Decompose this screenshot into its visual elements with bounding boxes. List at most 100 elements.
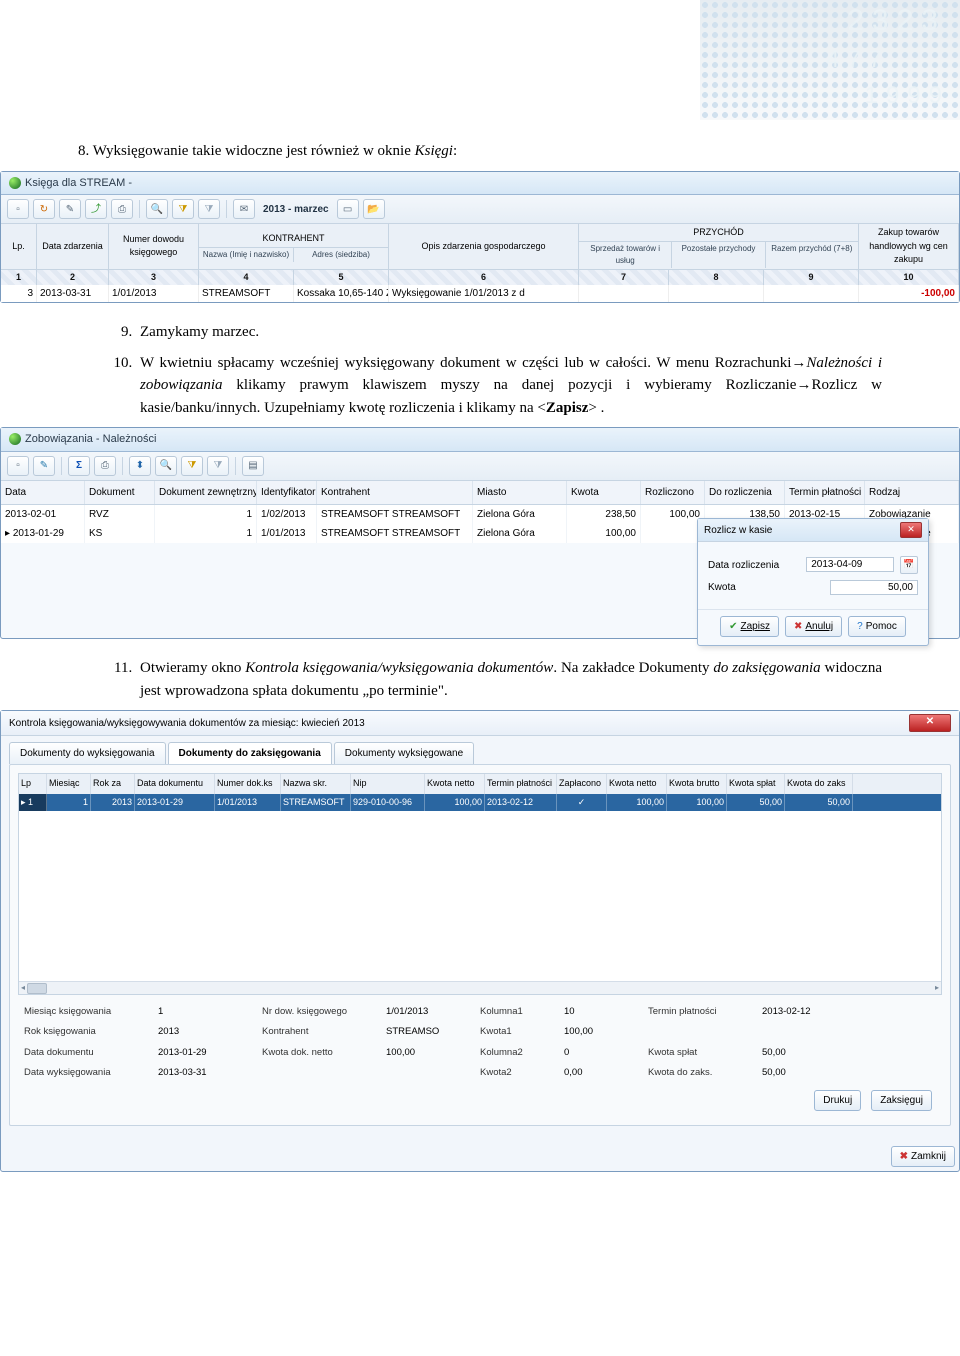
toolbar-icon-refresh[interactable]: ↻ — [33, 199, 55, 219]
toolbar-icon-filter2[interactable]: ⧩ — [207, 456, 229, 476]
toolbar-icon-print[interactable]: ⎙ — [94, 456, 116, 476]
zobow-toolbar: ▫ ✎ Σ ⎙ ⬍ 🔍 ⧩ ⧩ ▤ — [1, 452, 959, 481]
p8-text: 8. Wyksięgowanie takie widoczne jest rów… — [78, 143, 415, 159]
kgcol[interactable]: Miesiąc — [47, 774, 91, 794]
popup-anuluj-button[interactable]: ✖Anuluj — [785, 616, 842, 637]
cnum: 4 — [199, 270, 294, 286]
toolbar-icon-sort[interactable]: ⬍ — [129, 456, 151, 476]
zcell: STREAMSOFT STREAMSOFT — [317, 505, 473, 524]
zaksieguj-button[interactable]: Zaksięguj — [871, 1090, 932, 1111]
tab-do-zaksiegowania[interactable]: Dokumenty do zaksięgowania — [168, 742, 332, 764]
zcol[interactable]: Kontrahent — [317, 481, 473, 504]
close-icon: ✖ — [900, 1149, 908, 1164]
cnum: 8 — [669, 270, 764, 286]
toolbar-icon-print[interactable]: ⎙ — [111, 199, 133, 219]
zcol[interactable]: Miasto — [473, 481, 567, 504]
toolbar-separator — [122, 457, 123, 475]
cell-data: 2013-03-31 — [37, 285, 109, 302]
kgcol[interactable]: Rok za — [91, 774, 135, 794]
p10-text-a: W kwietniu spłacamy wcześniej wyksięgowa… — [140, 355, 791, 371]
toolbar-icon-edit[interactable]: ✎ — [59, 199, 81, 219]
popup-kwota-input[interactable] — [830, 580, 918, 595]
zcol[interactable]: Kwota — [567, 481, 641, 504]
kf-lab: Kolumna2 — [480, 1046, 550, 1060]
kgcol[interactable]: Kwota brutto — [667, 774, 727, 794]
p11-italic-b: Kontrola księgowania/wyksięgowania dokum… — [245, 660, 553, 676]
horizontal-scrollbar[interactable]: ◂ ▸ — [19, 981, 941, 994]
kf-val: 2013-03-31 — [158, 1066, 248, 1080]
kgcol[interactable]: Kwota spłat — [727, 774, 785, 794]
calendar-icon[interactable]: 📅 — [900, 556, 918, 574]
toolbar-icon-doc[interactable]: ▫ — [7, 456, 29, 476]
kf-lab: Kwota dok. netto — [262, 1046, 372, 1060]
kontrola-grid-row[interactable]: ▸ 1 1 2013 2013-01-29 1/01/2013 STREAMSO… — [19, 794, 941, 812]
list-item-11: Otwieramy okno Kontrola księgowania/wyks… — [136, 657, 882, 702]
ksiega-toolbar: ▫ ↻ ✎ ⤴ ⎙ 🔍 ⧩ ⧩ ✉ 2013 - marzec ▭ 📂 — [1, 195, 959, 224]
kf-lab — [262, 1066, 372, 1080]
zcol[interactable]: Rodzaj — [865, 481, 959, 504]
popup-pomoc-button[interactable]: ?Pomoc — [848, 616, 906, 637]
col-razem: Razem przychód (7+8) — [766, 242, 858, 268]
kgcol[interactable]: Nip — [351, 774, 425, 794]
kgcell: 50,00 — [785, 794, 853, 812]
toolbar-icon-zoom[interactable]: 🔍 — [146, 199, 168, 219]
toolbar-icon-sum[interactable]: Σ — [68, 456, 90, 476]
kf-val: 2013-01-29 — [158, 1046, 248, 1060]
toolbar-icon-new[interactable]: ▫ — [7, 199, 29, 219]
tab-do-wyksiegowania[interactable]: Dokumenty do wyksięgowania — [9, 742, 166, 764]
kgcol[interactable]: Kwota netto — [425, 774, 485, 794]
toolbar-separator — [139, 200, 140, 218]
tab-wyksiegowane[interactable]: Dokumenty wyksięgowane — [334, 742, 474, 764]
btn-label: Anuluj — [805, 619, 833, 634]
kf-lab: Kwota do zaks. — [648, 1066, 748, 1080]
kf-val: 1/01/2013 — [386, 1005, 466, 1019]
p9-text: Zamykamy marzec. — [140, 324, 259, 340]
toolbar-icon-zoom[interactable]: 🔍 — [155, 456, 177, 476]
kf-lab — [648, 1025, 748, 1039]
toolbar-icon-filter2[interactable]: ⧩ — [198, 199, 220, 219]
toolbar-icon-doc[interactable]: ▭ — [337, 199, 359, 219]
kgcol[interactable]: Kwota netto — [607, 774, 667, 794]
kgcol[interactable]: Numer dok.ks — [215, 774, 281, 794]
kontrola-footer-details: Miesiąc księgowania1 Nr dow. księgowego1… — [18, 995, 942, 1084]
kgcol[interactable]: Data dokumentu — [135, 774, 215, 794]
kgcol[interactable]: Kwota do zaks — [785, 774, 853, 794]
toolbar-icon-filter[interactable]: ⧩ — [181, 456, 203, 476]
kgcell: 1 — [28, 797, 33, 807]
kgcol[interactable]: Nazwa skr. — [281, 774, 351, 794]
zcol[interactable]: Dokument — [85, 481, 155, 504]
col-przychod-title: PRZYCHÓD — [579, 225, 858, 242]
zamknij-button[interactable]: ✖Zamknij — [891, 1146, 955, 1167]
p10-bold-zapisz: Zapisz — [546, 400, 589, 416]
kgcol[interactable]: Termin płatności — [485, 774, 557, 794]
toolbar-icon-layout[interactable]: ▤ — [242, 456, 264, 476]
zcol[interactable]: Rozliczono — [641, 481, 705, 504]
toolbar-separator — [235, 457, 236, 475]
kontrola-close-button[interactable]: ✕ — [909, 714, 951, 732]
zcell: Zielona Góra — [473, 505, 567, 524]
toolbar-icon-open[interactable]: 📂 — [363, 199, 385, 219]
toolbar-icon-mail[interactable]: ✉ — [233, 199, 255, 219]
zcell: 1/02/2013 — [257, 505, 317, 524]
popup-data-input[interactable] — [806, 557, 894, 572]
kf-lab: Data dokumentu — [24, 1046, 144, 1060]
popup-close-button[interactable]: ✕ — [900, 522, 922, 538]
kgcell: STREAMSOFT — [281, 794, 351, 812]
zcol[interactable]: Data — [1, 481, 85, 504]
kf-lab: Kwota1 — [480, 1025, 550, 1039]
app-logo-icon — [9, 433, 21, 445]
zcol[interactable]: Do rozliczenia — [705, 481, 785, 504]
popup-zapisz-button[interactable]: ✔Zapisz — [720, 616, 779, 637]
kgcol[interactable]: Lp — [19, 774, 47, 794]
zcol[interactable]: Dokument zewnętrzny — [155, 481, 257, 504]
zcol[interactable]: Termin płatności — [785, 481, 865, 504]
toolbar-icon-filter[interactable]: ⧩ — [172, 199, 194, 219]
scrollbar-thumb[interactable] — [27, 983, 47, 994]
kgcol[interactable]: Zapłacono — [557, 774, 607, 794]
ksiega-data-row[interactable]: 3 2013-03-31 1/01/2013 STREAMSOFT Kossak… — [1, 285, 959, 302]
zcol[interactable]: Identyfikator — [257, 481, 317, 504]
drukuj-button[interactable]: Drukuj — [814, 1090, 861, 1111]
toolbar-icon-edit[interactable]: ✎ — [33, 456, 55, 476]
popup-title: Rozlicz w kasie — [704, 523, 772, 538]
toolbar-icon-export[interactable]: ⤴ — [85, 199, 107, 219]
